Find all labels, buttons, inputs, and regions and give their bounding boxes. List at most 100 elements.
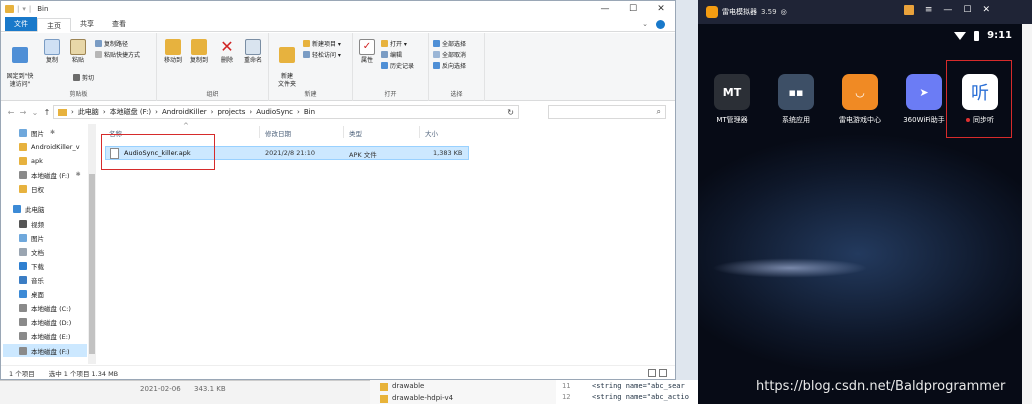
breadcrumb-sep: › xyxy=(297,108,300,116)
breadcrumb-item[interactable]: AudioSync xyxy=(256,108,293,116)
paste-icon xyxy=(70,39,86,55)
large-icons-view-icon[interactable] xyxy=(659,369,667,377)
close-button[interactable]: ✕ xyxy=(647,1,675,17)
chevron-down-icon[interactable]: ▾ xyxy=(22,5,26,13)
breadcrumb-item[interactable]: 此电脑 xyxy=(78,107,99,117)
emulator-logo-icon xyxy=(706,6,718,18)
folder-icon xyxy=(19,142,27,151)
nav-item-drive-e[interactable]: 本地磁盘 (E:) xyxy=(19,329,70,342)
game-center-icon: ◡ xyxy=(842,74,878,110)
invert-selection-button[interactable]: 反向选择 xyxy=(433,61,466,70)
move-to-button[interactable]: 移动到 xyxy=(161,39,185,65)
scrollbar-thumb[interactable] xyxy=(89,174,95,354)
nav-item-folder[interactable]: AndroidKiller_v xyxy=(19,140,80,153)
column-header-size[interactable]: 大小 xyxy=(425,128,438,138)
app-360wifi[interactable]: ➤ 360WiFi助手 xyxy=(894,74,954,125)
breadcrumb-item[interactable]: projects xyxy=(217,108,245,116)
column-separator[interactable] xyxy=(343,126,344,138)
chevron-down-icon[interactable]: ⌄ xyxy=(29,108,41,117)
nav-item-downloads[interactable]: 下载 xyxy=(19,259,44,272)
drive-icon xyxy=(19,317,27,326)
folder-icon[interactable] xyxy=(5,5,14,13)
select-all-button[interactable]: 全部选择 xyxy=(433,39,466,48)
tree-node[interactable]: drawable xyxy=(392,382,424,390)
group-label: 组织 xyxy=(206,91,219,98)
nav-item-drive-f-pinned[interactable]: 本地磁盘 (F:) ✱ xyxy=(19,168,81,181)
bg-code-editor: 11 <string name="abc_sear 12 <string nam… xyxy=(556,380,700,404)
help-icon[interactable] xyxy=(656,19,665,29)
move-folder-icon xyxy=(165,39,181,55)
breadcrumb-sep: › xyxy=(249,108,253,116)
tab-file[interactable]: 文件 xyxy=(5,17,37,31)
sort-up-icon: ^ xyxy=(183,122,189,130)
nav-item-drive-d[interactable]: 本地磁盘 (D:) xyxy=(19,315,71,328)
properties-button[interactable]: ✓ 属性 xyxy=(357,39,377,65)
app-system-apps[interactable]: ▪▪ 系统应用 xyxy=(766,74,826,125)
maximize-button[interactable]: ☐ xyxy=(963,5,971,15)
group-label: 新建 xyxy=(304,91,317,98)
emulator-side-toolbar[interactable] xyxy=(1022,24,1032,404)
address-bar[interactable]: › 此电脑 › 本地磁盘 (F:) › AndroidKiller › proj… xyxy=(53,105,519,119)
nav-item-music[interactable]: 音乐 xyxy=(19,273,44,286)
edit-button[interactable]: 编辑 xyxy=(381,50,402,59)
history-button[interactable]: 历史记录 xyxy=(381,61,414,70)
open-button[interactable]: 打开 ▾ xyxy=(381,39,407,48)
paste-button[interactable]: 粘贴 xyxy=(67,39,89,65)
column-separator[interactable] xyxy=(419,126,420,138)
pin-quick-access-button[interactable]: 固定到"快 速访问" xyxy=(3,39,37,89)
select-none-button[interactable]: 全部取消 xyxy=(433,50,466,59)
nav-item-documents[interactable]: 文档 xyxy=(19,245,44,258)
up-arrow-icon[interactable]: ↑ xyxy=(41,108,53,117)
app-mt-manager[interactable]: MT MT管理器 xyxy=(702,74,762,125)
rename-button[interactable]: 重命名 xyxy=(241,39,265,65)
copy-button[interactable]: 复制 xyxy=(41,39,63,65)
nav-item-desktop[interactable]: 桌面 xyxy=(19,287,44,300)
nav-scrollbar[interactable] xyxy=(88,124,96,364)
column-separator[interactable] xyxy=(259,126,260,138)
copy-to-button[interactable]: 复制到 xyxy=(187,39,211,65)
nav-item-folder[interactable]: 日权 xyxy=(19,182,44,195)
forward-arrow-icon[interactable]: → xyxy=(17,108,29,117)
easy-access-button[interactable]: 轻松访问 ▾ xyxy=(303,50,341,59)
paste-shortcut-button[interactable]: 粘贴快捷方式 xyxy=(95,50,140,59)
minimize-button[interactable]: — xyxy=(943,5,952,15)
new-folder-button[interactable]: 新建 文件夹 xyxy=(273,39,301,89)
line-number: 11 xyxy=(562,382,571,390)
nav-item-drive-f[interactable]: 本地磁盘 (F:) xyxy=(3,344,87,357)
nav-item-pictures[interactable]: 图片 xyxy=(19,231,44,244)
maximize-button[interactable]: ☐ xyxy=(619,1,647,17)
close-button[interactable]: ✕ xyxy=(982,5,990,15)
pictures-icon xyxy=(19,233,27,242)
nav-item-pictures-pinned[interactable]: 图片 ✱ xyxy=(19,126,55,139)
tree-node[interactable]: drawable-hdpi-v4 xyxy=(392,394,453,402)
gift-icon[interactable] xyxy=(903,5,914,15)
column-header-date[interactable]: 修改日期 xyxy=(265,128,291,138)
tab-home[interactable]: 主页 xyxy=(37,18,71,32)
gamepad-icon[interactable]: ◎ xyxy=(781,8,787,16)
bg-date: 2021-02-06 xyxy=(140,385,181,393)
search-input[interactable]: ⌕ xyxy=(548,105,666,119)
cut-button[interactable]: 剪切 xyxy=(73,73,94,82)
delete-button[interactable]: ✕ 删除 xyxy=(217,39,237,65)
back-arrow-icon[interactable]: ← xyxy=(5,108,17,117)
tab-view[interactable]: 查看 xyxy=(103,17,135,31)
breadcrumb-item[interactable]: AndroidKiller xyxy=(162,108,207,116)
breadcrumb-item[interactable]: Bin xyxy=(304,108,315,116)
details-view-icon[interactable] xyxy=(648,369,656,377)
nav-item-this-pc[interactable]: 此电脑 xyxy=(13,202,45,215)
nav-item-folder[interactable]: apk xyxy=(19,154,43,167)
nav-item-videos[interactable]: 视频 xyxy=(19,217,44,230)
breadcrumb-item[interactable]: 本地磁盘 (F:) xyxy=(110,107,152,117)
new-item-button[interactable]: 新建项目 ▾ xyxy=(303,39,341,48)
nav-item-drive-c[interactable]: 本地磁盘 (C:) xyxy=(19,301,71,314)
app-game-center[interactable]: ◡ 雷电游戏中心 xyxy=(830,74,890,125)
menu-icon[interactable]: ≡ xyxy=(925,5,933,15)
tab-share[interactable]: 共享 xyxy=(71,17,103,31)
refresh-icon[interactable]: ↻ xyxy=(507,108,514,117)
chevron-down-icon[interactable]: ⌄ xyxy=(642,20,648,28)
navigation-pane: 图片 ✱ AndroidKiller_v apk 本地磁盘 (F:) ✱ 日权 此电… xyxy=(1,122,97,365)
minimize-button[interactable]: — xyxy=(591,1,619,17)
copy-path-button[interactable]: 复制路径 xyxy=(95,39,128,48)
column-header-type[interactable]: 类型 xyxy=(349,128,362,138)
file-explorer-window: | ▾ | Bin — ☐ ✕ 文件 主页 共享 查看 ⌄ 固定到"快 速访问"… xyxy=(0,0,676,380)
